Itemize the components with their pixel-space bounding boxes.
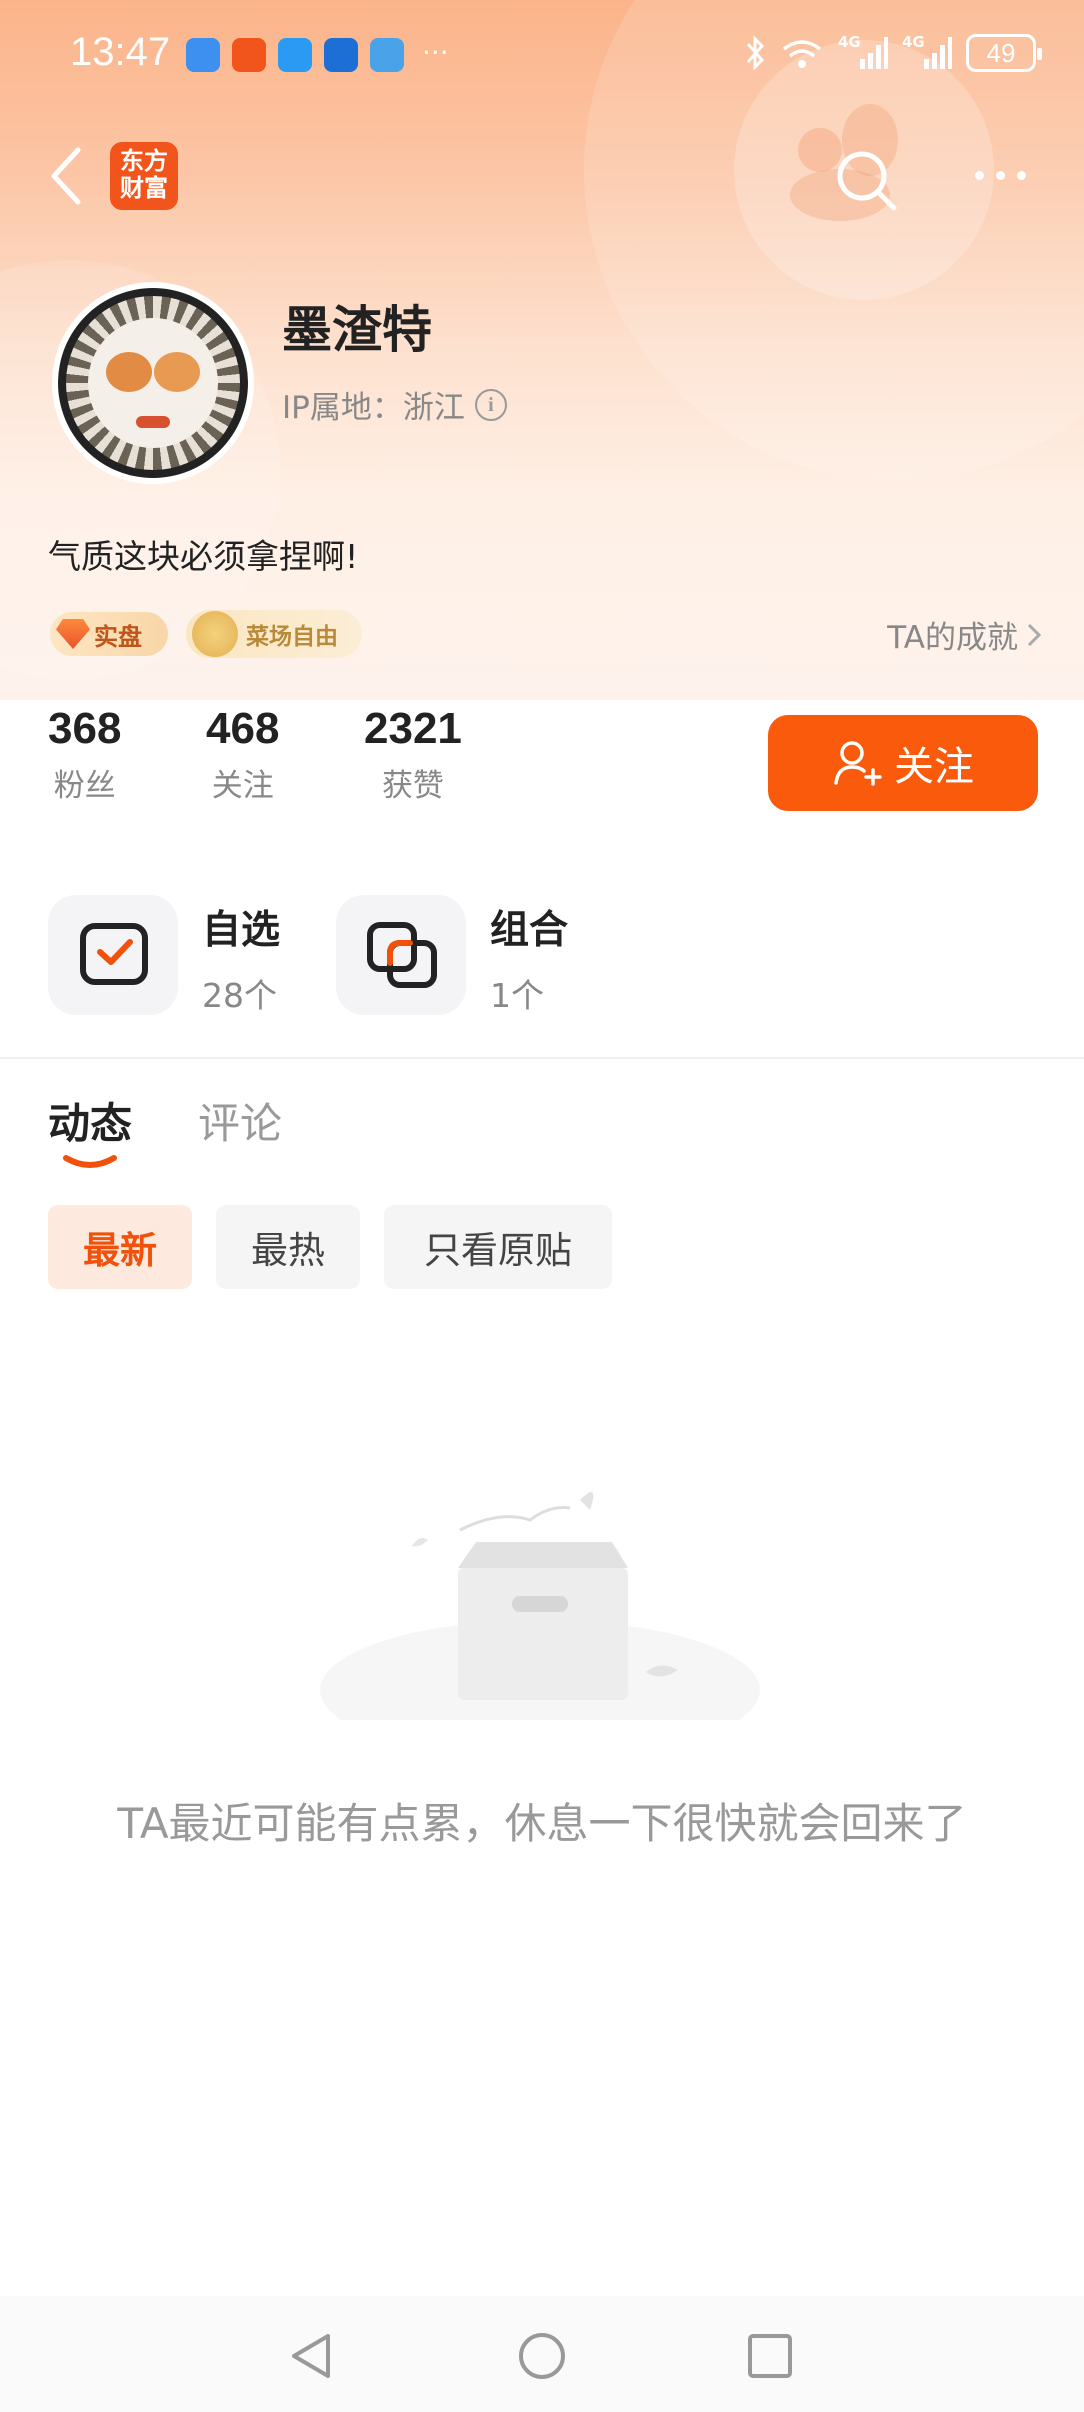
follow-button[interactable]: 关注	[768, 715, 1038, 811]
tab-activity[interactable]: 动态	[48, 1090, 132, 1151]
achievement-link[interactable]: TA的成就	[887, 612, 1042, 657]
badge-label: 实盘	[94, 622, 142, 651]
tab-active-indicator	[63, 1155, 117, 1168]
filter-original-only[interactable]: 只看原贴	[384, 1205, 612, 1289]
shortcut-count: 28个	[202, 976, 277, 1015]
ip-location: IP属地：浙江 i	[282, 382, 507, 427]
ip-location-text: IP属地：浙江	[282, 390, 465, 426]
app-notification-icon	[324, 38, 358, 72]
star-icon	[192, 611, 238, 657]
avatar-plate-center	[88, 318, 218, 448]
nav-back-icon[interactable]	[284, 2328, 340, 2384]
stat-label: 关注	[211, 768, 274, 804]
badge-real-trade[interactable]: 实盘	[50, 612, 168, 656]
wifi-icon	[782, 40, 822, 68]
battery-indicator: 49	[966, 34, 1042, 72]
checkbox-icon	[80, 923, 148, 985]
message-notification-icon	[278, 38, 312, 72]
filter-latest[interactable]: 最新	[48, 1205, 192, 1289]
nav-home-icon[interactable]	[514, 2328, 570, 2384]
tab-comments[interactable]: 评论	[198, 1090, 282, 1151]
notification-icons: ···	[186, 38, 449, 72]
achievement-label: TA的成就	[887, 620, 1018, 656]
stat-value: 2321	[364, 704, 462, 753]
add-user-icon	[834, 741, 882, 786]
empty-state-text: TA最近可能有点累，休息一下很快就会回来了	[117, 1799, 967, 1848]
portfolio-icon	[367, 922, 437, 988]
portfolio-icon-box	[336, 895, 466, 1015]
divider	[0, 1057, 1084, 1059]
notification-more: ···	[422, 36, 449, 69]
stat-value: 468	[206, 704, 280, 753]
info-icon[interactable]: i	[474, 388, 507, 421]
dot	[974, 170, 984, 180]
status-bar: 13:47 ··· 4G 4G 49	[0, 0, 1084, 110]
shortcut-count: 1个	[490, 976, 544, 1015]
stat-fans[interactable]: 368 粉丝	[48, 704, 121, 805]
watchlist-icon-box	[48, 895, 178, 1015]
chevron-right-icon	[1027, 623, 1042, 646]
avatar-food	[106, 352, 152, 392]
shortcut-title: 组合	[490, 908, 569, 953]
avatar-image	[58, 288, 248, 478]
app-notification-icon	[370, 38, 404, 72]
badge-market-freedom[interactable]: 菜场自由	[186, 610, 362, 658]
status-time: 13:47	[70, 30, 171, 74]
follow-button-label: 关注	[894, 744, 974, 790]
empty-box-icon	[320, 1492, 760, 1720]
app-notification-icon	[186, 38, 220, 72]
more-button[interactable]	[968, 160, 1032, 190]
stat-value: 368	[48, 704, 122, 753]
shortcut-watchlist[interactable]: 自选 28个	[48, 895, 280, 1017]
stat-likes[interactable]: 2321 获赞	[364, 704, 462, 805]
app-notification-icon	[232, 38, 266, 72]
badge-label: 菜场自由	[246, 624, 338, 650]
bluetooth-icon	[746, 35, 765, 71]
back-button[interactable]	[46, 144, 86, 208]
shortcut-title: 自选	[202, 908, 281, 953]
signal-icon: 4G	[838, 33, 888, 71]
dot	[995, 170, 1005, 180]
avatar-food	[154, 352, 200, 392]
dot	[1016, 170, 1026, 180]
system-icons: 4G 4G 49	[744, 33, 1042, 72]
nav-recents-icon[interactable]	[742, 2328, 798, 2384]
search-icon[interactable]	[832, 146, 902, 216]
avatar[interactable]	[52, 282, 254, 484]
diamond-icon	[56, 619, 90, 649]
stat-label: 粉丝	[53, 768, 116, 804]
filter-hot[interactable]: 最热	[216, 1205, 360, 1289]
system-navigation-bar	[0, 2296, 1084, 2412]
signal-icon: 4G	[902, 33, 952, 71]
stat-following[interactable]: 468 关注	[206, 704, 279, 805]
stat-label: 获赞	[381, 768, 444, 804]
username: 墨渣特	[282, 301, 432, 359]
app-logo[interactable]: 东方 财富	[110, 142, 178, 210]
shortcut-portfolio[interactable]: 组合 1个	[336, 895, 568, 1017]
bio: 气质这块必须拿捏啊!	[48, 537, 359, 576]
avatar-food	[136, 416, 170, 428]
